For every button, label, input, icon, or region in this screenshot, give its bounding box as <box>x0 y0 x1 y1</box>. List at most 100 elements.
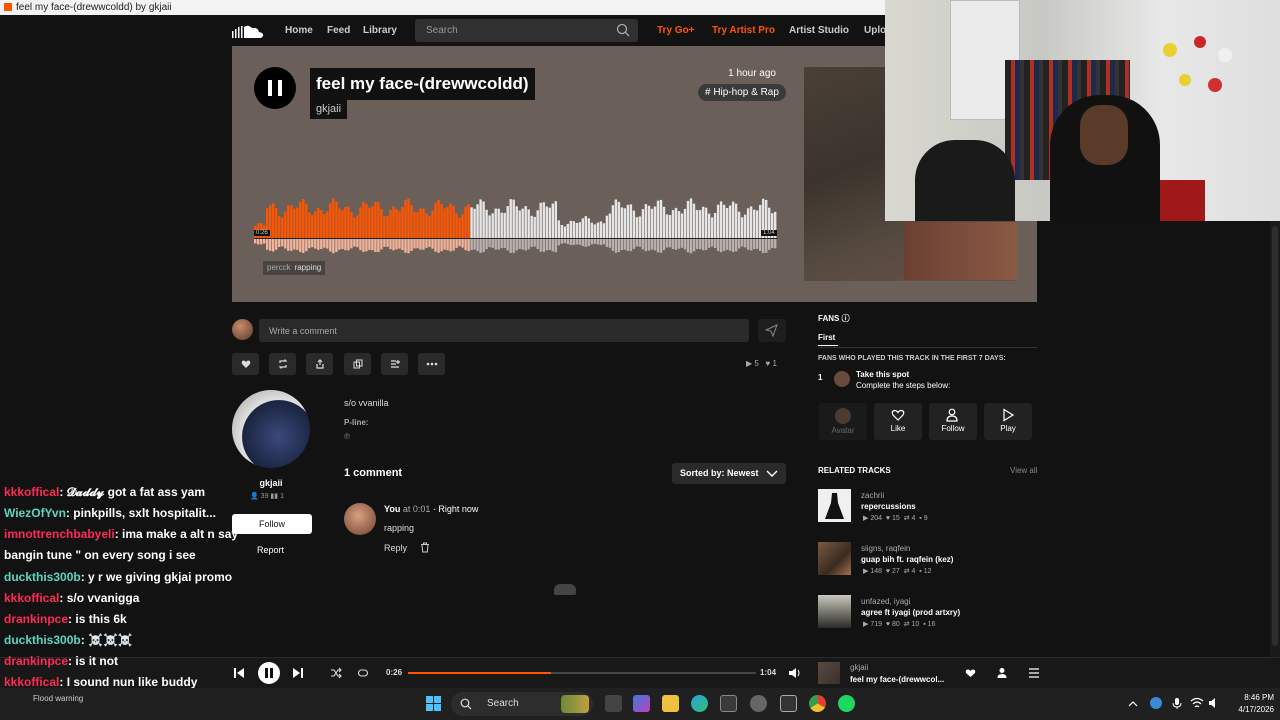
send-comment-button[interactable] <box>758 319 786 342</box>
waveform-baseline <box>254 238 777 239</box>
queue-icon[interactable] <box>1028 667 1040 679</box>
copy-link-button[interactable] <box>344 353 371 375</box>
waveform-bar <box>680 213 684 238</box>
chevron-down-icon <box>766 470 778 478</box>
waveform-bar <box>734 203 738 238</box>
nav-try-artist-pro[interactable]: Try Artist Pro <box>712 15 775 46</box>
nav-feed[interactable]: Feed <box>327 15 350 46</box>
view-all-link[interactable]: View all <box>1010 466 1037 475</box>
step-avatar[interactable]: Avatar <box>819 403 867 440</box>
capcut-icon[interactable] <box>780 695 797 712</box>
microphone-icon[interactable] <box>1172 697 1182 710</box>
track-artist[interactable]: gkjaii <box>310 100 348 119</box>
comment-timestamp[interactable]: at 0:01 <box>403 504 431 514</box>
player-progress-bar[interactable] <box>408 672 756 674</box>
player-artist[interactable]: gkjaii <box>850 663 868 672</box>
follow-button[interactable]: Follow <box>232 514 312 534</box>
uploader-name[interactable]: gkjaii <box>232 478 310 488</box>
trash-icon[interactable] <box>420 542 430 553</box>
related-track-artist[interactable]: zachrii <box>861 491 884 500</box>
taskbar-clock[interactable]: 8:46 PM 4/17/2026 <box>1226 692 1274 716</box>
related-track-title[interactable]: agree ft iyagi (prod artxry) <box>861 608 960 617</box>
comment-input[interactable] <box>259 319 749 342</box>
follow-user-icon[interactable] <box>997 667 1009 679</box>
step-play[interactable]: Play <box>984 403 1032 440</box>
related-track[interactable]: siigns, raqfein guap bih ft. raqfein (ke… <box>818 542 1038 576</box>
waveform-bar <box>476 204 479 238</box>
page-scrollbar[interactable] <box>1270 221 1280 657</box>
nav-home[interactable]: Home <box>285 15 313 46</box>
uploader-avatar[interactable] <box>232 390 310 468</box>
related-track[interactable]: unfazed, iyagi agree ft iyagi (prod artx… <box>818 595 1038 629</box>
speaker-icon[interactable] <box>1208 697 1220 709</box>
info-icon[interactable]: ⓘ <box>842 314 850 323</box>
step-follow[interactable]: Follow <box>929 403 977 440</box>
report-link[interactable]: Report <box>257 545 284 555</box>
previous-icon[interactable] <box>233 667 245 679</box>
share-button[interactable] <box>306 353 333 375</box>
windows-start-icon[interactable] <box>426 696 441 711</box>
related-track-artist[interactable]: siigns, raqfein <box>861 544 910 553</box>
waveform-reflection-bar <box>482 239 485 253</box>
waveform-bar <box>560 225 563 238</box>
like-button[interactable] <box>232 353 259 375</box>
soundcloud-logo-icon[interactable] <box>232 24 264 38</box>
waveform-reflection-bar <box>608 239 612 248</box>
search-icon[interactable] <box>616 23 630 37</box>
comment-author[interactable]: You <box>384 504 400 514</box>
waveform-bar <box>305 204 308 238</box>
waveform-bar <box>590 222 593 238</box>
nav-artist-studio[interactable]: Artist Studio <box>789 15 849 46</box>
scrollbar-thumb[interactable] <box>1272 226 1278 646</box>
player-title[interactable]: feel my face-(drewwcol... <box>850 675 944 684</box>
genre-tag[interactable]: # Hip-hop & Rap <box>698 84 786 101</box>
sort-dropdown[interactable]: Sorted by: Newest <box>672 463 786 484</box>
heart-icon[interactable] <box>965 668 976 678</box>
tab-first[interactable]: First <box>818 333 838 346</box>
waveform-bar <box>278 215 281 238</box>
player-pause-button[interactable] <box>258 662 280 684</box>
obs-icon[interactable] <box>750 695 767 712</box>
store-icon[interactable] <box>720 695 737 712</box>
next-icon[interactable] <box>292 667 304 679</box>
more-options-button[interactable] <box>418 353 445 375</box>
search-input[interactable] <box>415 19 605 42</box>
step-like[interactable]: Like <box>874 403 922 440</box>
chrome-icon[interactable] <box>809 695 826 712</box>
nav-library[interactable]: Library <box>363 15 397 46</box>
volume-icon[interactable] <box>788 667 801 679</box>
spotify-icon[interactable] <box>838 695 855 712</box>
related-track-artwork[interactable] <box>818 595 851 628</box>
chevron-up-icon[interactable] <box>1128 700 1138 707</box>
related-track-artist[interactable]: unfazed, iyagi <box>861 597 910 606</box>
edge-icon[interactable] <box>691 695 708 712</box>
pause-button[interactable] <box>254 67 296 109</box>
copilot-icon[interactable] <box>633 695 650 712</box>
repeat-icon[interactable] <box>357 667 369 679</box>
file-explorer-icon[interactable] <box>662 695 679 712</box>
related-track-artwork[interactable] <box>818 489 851 522</box>
taskbar-search[interactable]: Search <box>451 692 593 716</box>
waveform-bar <box>686 200 690 238</box>
shuffle-icon[interactable] <box>330 667 342 679</box>
copy-icon <box>353 359 362 369</box>
reply-button[interactable]: Reply <box>384 543 407 553</box>
repost-button[interactable] <box>269 353 296 375</box>
waveform-bar <box>440 204 443 238</box>
player-artwork[interactable] <box>818 662 840 684</box>
add-to-playlist-button[interactable] <box>381 353 408 375</box>
nav-try-go[interactable]: Try Go+ <box>657 15 695 46</box>
wifi-icon[interactable] <box>1190 697 1204 709</box>
waveform[interactable] <box>254 194 777 259</box>
onedrive-icon[interactable] <box>1150 697 1162 709</box>
weather-alert[interactable]: Flood warning <box>33 694 83 703</box>
related-track-artwork[interactable] <box>818 542 851 575</box>
related-track-title[interactable]: repercussions <box>861 502 916 511</box>
nav-upload[interactable]: Uplo <box>864 15 886 46</box>
related-track[interactable]: zachrii repercussions ▶ 204 ♥ 15 ⇄ 4 ▪ 9 <box>818 489 1038 523</box>
waveform-comment[interactable]: percck rapping <box>263 261 326 275</box>
task-view-icon[interactable] <box>605 695 622 712</box>
related-track-title[interactable]: guap bih ft. raqfein (kez) <box>861 555 953 564</box>
waveform-bar <box>437 199 440 238</box>
comment-avatar[interactable] <box>344 503 376 535</box>
